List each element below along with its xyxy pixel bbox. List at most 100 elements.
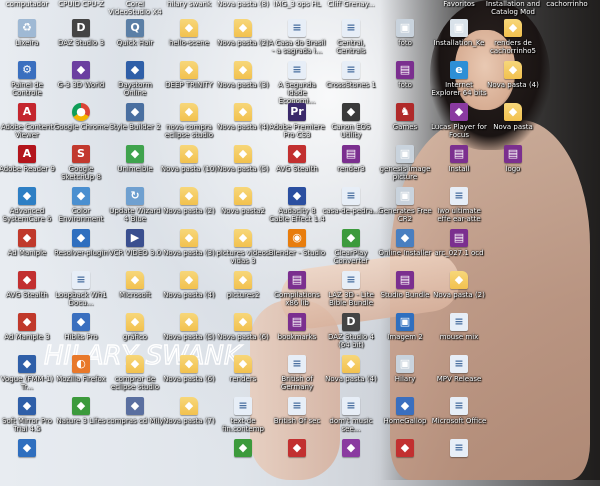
desktop-shortcut[interactable]: ≡ casa-de-pedra... <box>321 186 381 234</box>
desktop-shortcut[interactable]: ≡ British Of sec <box>267 396 327 444</box>
desktop-shortcut[interactable]: ◆ DEEP TRINITY <box>159 60 219 108</box>
desktop-shortcut[interactable]: ▣ Installation_Ke <box>429 18 489 66</box>
desktop-shortcut[interactable]: S Google SketchUp 8 <box>51 144 111 192</box>
desktop-shortcut[interactable]: ≡ Microsoft Office <box>429 396 489 444</box>
desktop-shortcut[interactable]: ◆ hello-scene <box>159 18 219 66</box>
desktop-shortcut[interactable]: ◆ <box>375 438 435 486</box>
desktop-shortcut[interactable]: ↻ Update Wizard 4 Blue <box>105 186 165 234</box>
desktop-shortcut[interactable]: ◆ pictures videos vidas 3 <box>213 228 273 276</box>
desktop-shortcut[interactable]: ≡ Loopback Wh1 Docu... <box>51 270 111 318</box>
desktop-shortcut[interactable]: ◆ nova compra eclipse studio <box>159 102 219 150</box>
desktop-shortcut[interactable]: ◆ Daystorm Online <box>105 60 165 108</box>
desktop-shortcut[interactable]: ◆ Lucas Player for Focus <box>429 102 489 150</box>
desktop-shortcut[interactable]: ▤ arc_027.1 ocd <box>429 228 489 276</box>
desktop-icon-label-partial[interactable]: IMG_3 ops HL <box>267 0 327 8</box>
desktop-shortcut[interactable]: ≡ Iwo ultimate effe ear-atte <box>429 186 489 234</box>
desktop-shortcut[interactable]: ▣ Hilary <box>375 354 435 402</box>
desktop-shortcut[interactable]: ◆ Nova pasta (4) <box>213 102 273 150</box>
desktop-shortcut[interactable]: ◆ HomeGallop <box>375 396 435 444</box>
desktop-shortcut[interactable]: ◆ Nova pasta (4) <box>483 60 543 108</box>
desktop-icon-label-partial[interactable]: Cliff Grenay... <box>321 0 381 8</box>
desktop-shortcut[interactable]: ♻ Lixeira <box>0 18 57 66</box>
desktop-shortcut[interactable]: ≡ mouse mix <box>429 312 489 360</box>
desktop-shortcut[interactable]: ◆ <box>0 438 57 486</box>
desktop-icon-label-partial[interactable]: Corel VideoStudio X4 <box>105 0 165 16</box>
desktop-shortcut[interactable]: ◆ ClearPlay Converter <box>321 228 381 276</box>
desktop-shortcut[interactable]: A Adobe Content Viewer <box>0 102 57 150</box>
desktop-shortcut[interactable]: ◆ G-3 3D World <box>51 60 111 108</box>
desktop-shortcut[interactable]: ◆ Nova pasta (4) <box>321 354 381 402</box>
desktop-shortcut[interactable]: ◆ Nova pasta (5) <box>159 312 219 360</box>
desktop-shortcut[interactable]: ◆ Nova pasta (3) <box>159 228 219 276</box>
desktop-shortcut[interactable]: e Internet Explorer 64 bits <box>429 60 489 108</box>
desktop-shortcut[interactable]: ≡ text-de fin.contemp <box>213 396 273 444</box>
desktop-shortcut[interactable]: ≡ A Casa do Brasil - a sagrada i... <box>267 18 327 66</box>
desktop-shortcut[interactable]: D DAZ Studio 4 (64 bit) <box>321 312 381 360</box>
desktop-shortcut[interactable]: ◆ Nova pasta (5) <box>213 144 273 192</box>
desktop-shortcut[interactable]: ◐ Mozilla Firefox <box>51 354 111 402</box>
desktop-shortcut[interactable]: ▤ render3 <box>321 144 381 192</box>
desktop-shortcut[interactable]: ▣ foto <box>375 18 435 66</box>
desktop-shortcut[interactable]: ▶ VCR VIDEO 3.0 <box>105 228 165 276</box>
desktop-shortcut[interactable]: ◆ Nova pasta (2) <box>159 186 219 234</box>
desktop-shortcut[interactable]: ≡ A Segunda Idade Economi... <box>267 60 327 108</box>
desktop-icon-label-partial[interactable]: computador <box>0 0 57 8</box>
desktop-shortcut[interactable]: ◆ Resolver-plugin <box>51 228 111 276</box>
desktop-shortcut[interactable]: ▣ Generates Free CR2 <box>375 186 435 234</box>
desktop-shortcut[interactable]: ▤ bookmarks <box>267 312 327 360</box>
desktop-shortcut[interactable]: ◆ Ad Maniple 3 <box>0 312 57 360</box>
desktop-shortcut[interactable]: ◆ Nova pasta <box>483 102 543 150</box>
desktop-shortcut[interactable]: ◆ Microsoft <box>105 270 165 318</box>
desktop-shortcut[interactable]: ▤ logo <box>483 144 543 192</box>
desktop-shortcut[interactable]: ◆ <box>213 438 273 486</box>
desktop-shortcut[interactable]: ◆ Nova pasta2 <box>213 186 273 234</box>
desktop-shortcut[interactable]: ◆ Soft Mirror Pro Trial 4.5 <box>0 396 57 444</box>
desktop-shortcut[interactable]: ◆ Hibits Pro <box>51 312 111 360</box>
desktop-shortcut[interactable]: ◆ Online Installer <box>375 228 435 276</box>
desktop-shortcut[interactable]: ♞ Games <box>375 102 435 150</box>
desktop-shortcut[interactable]: ▤ Compilations x86 lib <box>267 270 327 318</box>
desktop-shortcut[interactable]: ◆ Color Environment <box>51 186 111 234</box>
desktop-shortcut[interactable]: ◆ Unimelble <box>105 144 165 192</box>
desktop-shortcut[interactable]: Q Quick Hair <box>105 18 165 66</box>
desktop-shortcut[interactable]: ≡ LAZ 3D - Lite Bible Bundle <box>321 270 381 318</box>
desktop-shortcut[interactable]: ≡ Central, Centrais <box>321 18 381 66</box>
desktop-shortcut[interactable]: ◆ renders de cachorrinho5 <box>483 18 543 66</box>
desktop-shortcut[interactable]: ⚙ Painel de Controle <box>0 60 57 108</box>
desktop-shortcut[interactable]: ◆ Advanced SystemCare 6 <box>0 186 57 234</box>
desktop-shortcut[interactable]: ◆ Nova pasta (2) <box>213 18 273 66</box>
desktop-shortcut[interactable]: ◆ Nature 3 Lifes <box>51 396 111 444</box>
desktop-shortcut[interactable]: ≡ dom't music see... <box>321 396 381 444</box>
desktop-shortcut[interactable]: ◆ Vogue (FMM-1) Tr... <box>0 354 57 402</box>
desktop-shortcut[interactable]: ≡ British of Germany <box>267 354 327 402</box>
desktop-shortcut[interactable]: ▣ Imagem 2 <box>375 312 435 360</box>
desktop-icon-label-partial[interactable]: cachorrinho <box>537 0 597 8</box>
desktop-shortcut[interactable]: ◆ Nova pasta (4) <box>159 270 219 318</box>
desktop-shortcut[interactable]: ▣ genesis image picture <box>375 144 435 192</box>
desktop-shortcut[interactable]: ◆ Nova pasta (6) <box>159 354 219 402</box>
desktop-shortcut[interactable]: ◆ Nova pasta (2) <box>429 270 489 318</box>
desktop-icon-label-partial[interactable]: Favoritos <box>429 0 489 8</box>
desktop-icon-label-partial[interactable]: hilary swank <box>159 0 219 8</box>
desktop-shortcut[interactable]: ◆ Nova pasta (3) <box>213 60 273 108</box>
desktop-shortcut[interactable]: ◆ Canon EOS Utility <box>321 102 381 150</box>
desktop-shortcut[interactable]: ◆ AVG Stealth <box>267 144 327 192</box>
desktop-shortcut[interactable]: ◆ pictures2 <box>213 270 273 318</box>
desktop-shortcut[interactable]: ◆ Audacity 8 Cable Effect 1.4 <box>267 186 327 234</box>
desktop-shortcut[interactable]: ▤ Install <box>429 144 489 192</box>
desktop-shortcut[interactable]: A Adobe Reader 9 <box>0 144 57 192</box>
desktop-shortcut[interactable]: ▤ foto <box>375 60 435 108</box>
desktop-shortcut[interactable]: ◆ <box>321 438 381 486</box>
desktop-shortcut[interactable]: ◆ Nova pasta (10) <box>159 144 219 192</box>
desktop-shortcut[interactable]: ◆ compras cd Mily <box>105 396 165 444</box>
desktop-shortcut[interactable]: ◆ gráfico <box>105 312 165 360</box>
desktop-shortcut[interactable]: Pr Adobe Premiere Pro CS3 <box>267 102 327 150</box>
desktop-shortcut[interactable]: ◆ comprar de eclipse studio <box>105 354 165 402</box>
desktop-shortcut[interactable]: ▤ Studio Bundle <box>375 270 435 318</box>
desktop-shortcut[interactable]: ◆ <box>267 438 327 486</box>
desktop-shortcut[interactable]: ◆ Ad Maniple <box>0 228 57 276</box>
desktop-icon-label-partial[interactable]: Installation and Catalog Mod <box>483 0 543 16</box>
desktop-shortcut[interactable]: ● Google Chrome <box>51 102 111 150</box>
desktop-shortcut[interactable]: ◆ Nova pasta (7) <box>159 396 219 444</box>
desktop-shortcut[interactable]: D DAZ Studio 3 <box>51 18 111 66</box>
